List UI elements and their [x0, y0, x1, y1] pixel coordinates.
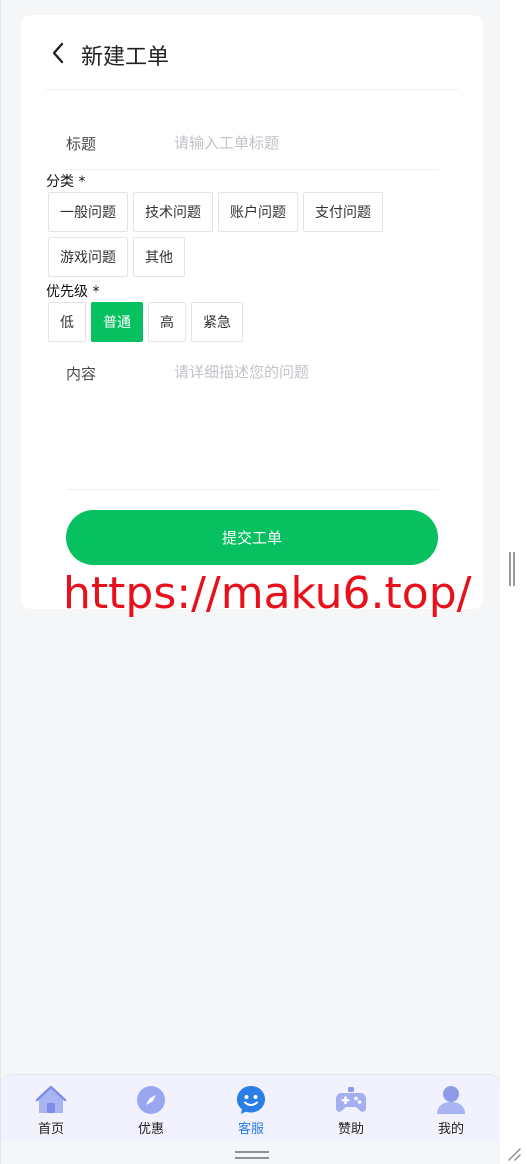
tab-label-home: 首页 — [37, 1122, 64, 1137]
category-chip-general[interactable]: 一般问题 — [48, 192, 128, 232]
page-title: 新建工单 — [81, 45, 170, 70]
priority-chip-normal[interactable]: 普通 — [91, 302, 143, 342]
chevron-left-icon — [52, 42, 64, 64]
watermark-text: https://maku6.top/ — [63, 568, 472, 619]
priority-chip-high[interactable]: 高 — [148, 302, 186, 342]
submit-ticket-button[interactable]: 提交工单 — [66, 510, 438, 565]
priority-label: 优先级 * — [46, 284, 100, 300]
bottom-tab-bar: 首页 优惠 客服 赞助 我的 — [1, 1074, 501, 1142]
ticket-form-card: 新建工单 标题 分类 * 一般问题 技术问题 账户问题 支付问题 游戏问题 其他… — [21, 15, 483, 609]
page-header: 新建工单 — [46, 15, 458, 90]
tab-discounts[interactable]: 优惠 — [101, 1075, 201, 1142]
tab-label-discounts: 优惠 — [137, 1122, 164, 1137]
title-label: 标题 — [66, 135, 97, 153]
tab-label-sponsor: 赞助 — [337, 1122, 364, 1137]
gamepad-icon — [336, 1087, 366, 1112]
priority-chip-low[interactable]: 低 — [48, 302, 86, 342]
home-indicator-handle[interactable] — [235, 1151, 269, 1159]
title-field-row: 标题 — [66, 118, 439, 170]
side-resize-handle[interactable] — [509, 552, 515, 586]
priority-chip-urgent[interactable]: 紧急 — [191, 302, 243, 342]
tab-label-customer-service: 客服 — [237, 1122, 264, 1137]
category-chip-technical[interactable]: 技术问题 — [133, 192, 213, 232]
category-label: 分类 * — [46, 174, 86, 190]
category-chip-other[interactable]: 其他 — [133, 237, 185, 277]
app-viewport: 新建工单 标题 分类 * 一般问题 技术问题 账户问题 支付问题 游戏问题 其他… — [0, 0, 501, 1164]
tab-sponsor[interactable]: 赞助 — [301, 1075, 401, 1142]
home-icon — [35, 1085, 67, 1113]
category-chip-payment[interactable]: 支付问题 — [303, 192, 383, 232]
tab-home[interactable]: 首页 — [1, 1075, 101, 1142]
chat-face-icon — [237, 1086, 265, 1114]
tab-customer-service[interactable]: 客服 — [201, 1075, 301, 1142]
compass-icon — [137, 1086, 165, 1114]
category-chip-group: 一般问题 技术问题 账户问题 支付问题 游戏问题 其他 — [48, 192, 448, 277]
content-label: 内容 — [66, 365, 97, 383]
user-icon — [437, 1086, 465, 1114]
content-textarea[interactable] — [174, 361, 439, 481]
tab-label-profile: 我的 — [437, 1122, 464, 1137]
category-chip-account[interactable]: 账户问题 — [218, 192, 298, 232]
tab-profile[interactable]: 我的 — [401, 1075, 501, 1142]
category-chip-game[interactable]: 游戏问题 — [48, 237, 128, 277]
priority-chip-group: 低 普通 高 紧急 — [48, 302, 243, 342]
content-field-row: 内容 — [66, 347, 439, 490]
title-input[interactable] — [174, 131, 429, 155]
back-button[interactable] — [46, 39, 70, 67]
resize-grip-icon[interactable] — [506, 1146, 522, 1162]
